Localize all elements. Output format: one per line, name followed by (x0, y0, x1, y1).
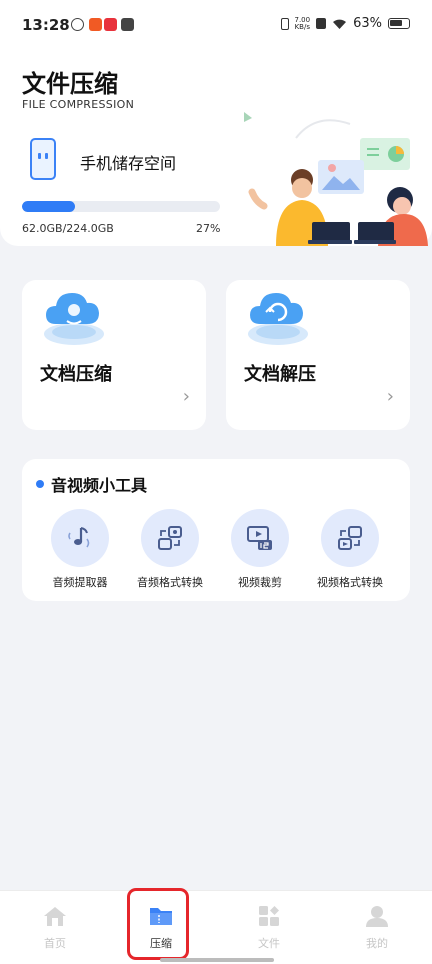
audio-extract-icon (68, 527, 90, 548)
video-trim-icon (247, 526, 272, 550)
people-laptop-illustration (244, 112, 428, 246)
app-notification-icon (89, 18, 102, 31)
nfc-icon (316, 18, 327, 29)
audio-convert-icon (158, 526, 182, 550)
home-icon (44, 907, 66, 926)
tool-audio-convert-label: 音频格式转换 (137, 576, 203, 589)
tool-audio-extract-label: 音频提取器 (52, 576, 108, 589)
tool-video-convert-label: 视频格式转换 (317, 576, 383, 589)
nav-home-label: 首页 (44, 937, 66, 950)
card-decompress-title: 文档解压 (244, 364, 316, 385)
tool-video-convert[interactable]: 视频格式转换 (302, 509, 398, 590)
gesture-home-bar (160, 958, 274, 962)
heading-dot-icon (36, 480, 44, 488)
av-tools-heading: 音视频小工具 (36, 472, 147, 496)
cloud-compress-icon (44, 293, 104, 345)
av-tools-heading-text: 音视频小工具 (51, 476, 148, 495)
tool-audio-convert-circle (141, 509, 199, 567)
storage-used-text: 62.0GB/224.0GB (22, 222, 114, 235)
tool-video-trim[interactable]: 视频裁剪 (212, 509, 308, 590)
status-bar: 13:28 7.00 KB/s 63% (0, 0, 432, 52)
tool-audio-extract-circle (51, 509, 109, 567)
card-compress[interactable]: 文档压缩 › (22, 280, 206, 430)
tool-audio-convert[interactable]: 音频格式转换 (122, 509, 218, 590)
card-compress-title: 文档压缩 (40, 364, 112, 385)
video-convert-icon (338, 526, 362, 550)
phone-storage-icon (30, 138, 56, 180)
page-title: 文件压缩 (22, 70, 118, 98)
storage-percent-text: 27% (196, 222, 221, 235)
bottom-nav: 首页 压缩 文件 我的 (0, 890, 432, 964)
status-time: 13:28 (22, 16, 70, 34)
tool-audio-extract[interactable]: 音频提取器 (32, 509, 128, 590)
tool-video-trim-label: 视频裁剪 (238, 576, 282, 589)
tool-video-convert-circle (321, 509, 379, 567)
storage-progress-fill (22, 201, 76, 212)
wifi-icon (333, 19, 347, 29)
av-tools-card: 音视频小工具 音频提取器 音频格式转换 视频裁剪 视频格式转换 (22, 459, 410, 601)
nav-files-label: 文件 (258, 937, 280, 950)
chevron-right-icon: › (386, 386, 394, 407)
storage-progress-bar (22, 201, 220, 212)
app-notification-icon (71, 18, 84, 31)
status-right: 7.00 KB/s 63% (280, 15, 410, 31)
cloud-decompress-icon (248, 293, 308, 345)
nav-profile-label: 我的 (366, 937, 388, 950)
chevron-right-icon: › (182, 386, 190, 407)
nav-home[interactable]: 首页 (25, 905, 85, 951)
app-notification-icon (121, 18, 134, 31)
nav-files[interactable]: 文件 (239, 905, 299, 951)
app-notification-icon (104, 18, 117, 31)
profile-icon (366, 906, 388, 927)
network-speed: 7.00 KB/s (294, 15, 311, 31)
page-subtitle: FILE COMPRESSION (22, 98, 135, 111)
highlight-annotation (127, 888, 189, 960)
battery-icon (388, 18, 410, 29)
battery-percent: 63% (353, 16, 382, 31)
files-icon (259, 906, 279, 926)
nav-profile[interactable]: 我的 (347, 905, 407, 951)
vibrate-icon (280, 17, 289, 30)
tool-video-trim-circle (231, 509, 289, 567)
header-section: 文件压缩 FILE COMPRESSION 手机储存空间 62.0GB/224.… (0, 52, 432, 246)
storage-label: 手机储存空间 (80, 154, 177, 173)
card-decompress[interactable]: 文档解压 › (226, 280, 410, 430)
